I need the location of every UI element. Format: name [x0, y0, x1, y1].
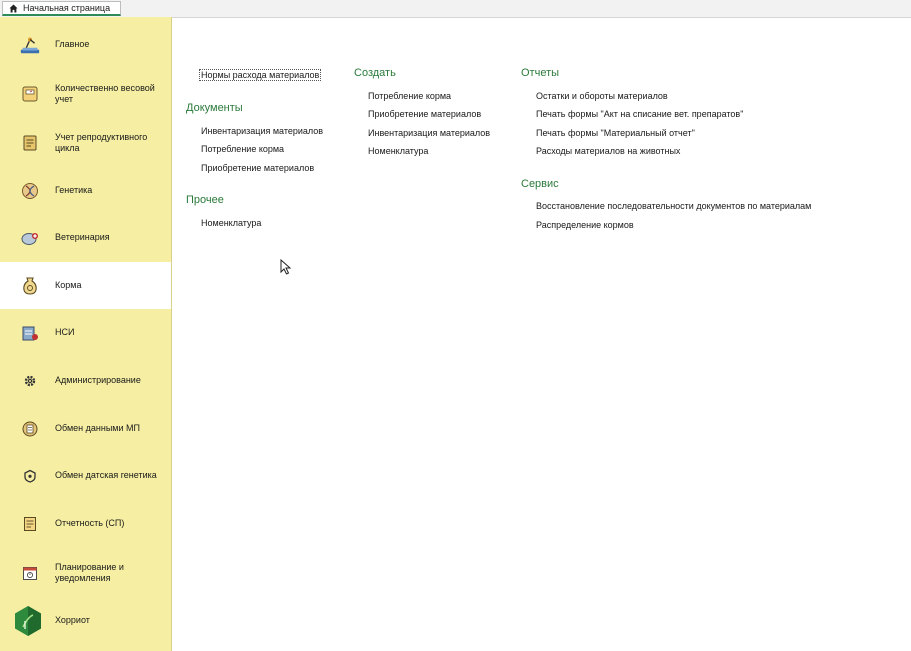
sidebar-item-administration[interactable]: Администрирование	[0, 357, 171, 404]
sidebar-item-label: Учет репродуктивного цикла	[55, 131, 148, 153]
sidebar-item-label: Количественно весовой учет	[55, 82, 155, 104]
tab-home-label: Начальная страница	[23, 3, 111, 13]
tab-home[interactable]: Начальная страница	[2, 1, 122, 16]
link-create-inventory[interactable]: Инвентаризация материалов	[368, 128, 490, 138]
tab-bar: Начальная страница	[0, 0, 911, 18]
sidebar-item-planning[interactable]: Планирование и уведомления	[0, 549, 171, 596]
exchange-icon	[19, 418, 41, 440]
horriot-logo-icon	[12, 605, 44, 637]
sidebar-item-weight-accounting[interactable]: Количественно весовой учет	[0, 70, 171, 117]
sidebar-item-label: Отчетность (СП)	[55, 518, 125, 528]
sidebar-item-label: НСИ	[55, 327, 75, 337]
link-create-nomenclature[interactable]: Номенклатура	[368, 146, 428, 156]
link-report-material-balances[interactable]: Остатки и обороты материалов	[536, 91, 668, 101]
sidebar-item-label: Администрирование	[55, 375, 141, 385]
sidebar-item-exchange-mp[interactable]: Обмен данными МП	[0, 405, 171, 452]
reference-icon	[19, 322, 41, 344]
link-report-animal-material-costs[interactable]: Расходы материалов на животных	[536, 146, 680, 156]
sidebar-item-label: Обмен датская генетика	[55, 470, 157, 480]
desk-lamp-icon	[19, 34, 41, 56]
section-reports-title: Отчеты	[521, 67, 560, 79]
sidebar-item-reproduction[interactable]: Учет репродуктивного цикла	[0, 119, 171, 166]
sidebar-item-label: Обмен данными МП	[55, 423, 140, 433]
sidebar-item-label: Генетика	[55, 185, 93, 195]
link-create-material-purchase[interactable]: Приобретение материалов	[368, 109, 481, 119]
section-create-title: Создать	[354, 67, 396, 79]
section-documents-title: Документы	[186, 102, 243, 114]
sidebar-item-label: Ветеринария	[55, 232, 110, 242]
sidebar-item-feed[interactable]: Корма	[0, 262, 171, 309]
report-icon	[19, 513, 41, 535]
sidebar-item-reporting-sp[interactable]: Отчетность (СП)	[0, 500, 171, 547]
dna-icon	[19, 180, 41, 202]
link-service-restore-sequence[interactable]: Восстановление последовательности докуме…	[536, 201, 811, 211]
vet-icon	[19, 227, 41, 249]
sidebar-item-label: Корма	[55, 280, 82, 290]
sidebar-item-genetics[interactable]: Генетика	[0, 167, 171, 214]
section-other-title: Прочее	[186, 194, 224, 206]
link-documents-inventory[interactable]: Инвентаризация материалов	[201, 126, 323, 136]
sidebar-item-label: Хорриот	[55, 615, 90, 625]
shield-icon	[19, 465, 41, 487]
link-service-feed-distribution[interactable]: Распределение кормов	[536, 220, 634, 230]
scale-icon	[19, 83, 41, 105]
sidebar-item-main[interactable]: Главное	[0, 21, 171, 68]
sidebar-item-veterinary[interactable]: Ветеринария	[0, 214, 171, 261]
mouse-cursor-icon	[280, 259, 292, 275]
link-other-nomenclature[interactable]: Номенклатура	[201, 218, 261, 228]
sidebar: Главное Количественно весовой учет Учет …	[0, 17, 172, 651]
calendar-icon	[19, 562, 41, 584]
notepad-icon	[19, 132, 41, 154]
gear-icon	[19, 370, 41, 392]
sidebar-item-nsi[interactable]: НСИ	[0, 309, 171, 356]
sidebar-item-horriot[interactable]: Хорриот	[0, 597, 171, 644]
home-icon	[9, 3, 18, 13]
main-content: Нормы расхода материалов Документы Инвен…	[172, 18, 911, 651]
link-create-feed-consumption[interactable]: Потребление корма	[368, 91, 451, 101]
link-material-norms[interactable]: Нормы расхода материалов	[199, 69, 322, 81]
feed-sack-icon	[19, 275, 41, 297]
link-report-vet-writeoff-act[interactable]: Печать формы "Акт на списание вет. препа…	[536, 109, 743, 119]
sidebar-item-exchange-danish-genetics[interactable]: Обмен датская генетика	[0, 452, 171, 499]
sidebar-item-label: Планирование и уведомления	[55, 561, 124, 583]
sidebar-item-label: Главное	[55, 39, 90, 49]
link-report-material-report[interactable]: Печать формы "Материальный отчет"	[536, 128, 695, 138]
section-service-title: Сервис	[521, 178, 559, 190]
link-documents-material-purchase[interactable]: Приобретение материалов	[201, 163, 314, 173]
link-documents-feed-consumption[interactable]: Потребление корма	[201, 144, 284, 154]
